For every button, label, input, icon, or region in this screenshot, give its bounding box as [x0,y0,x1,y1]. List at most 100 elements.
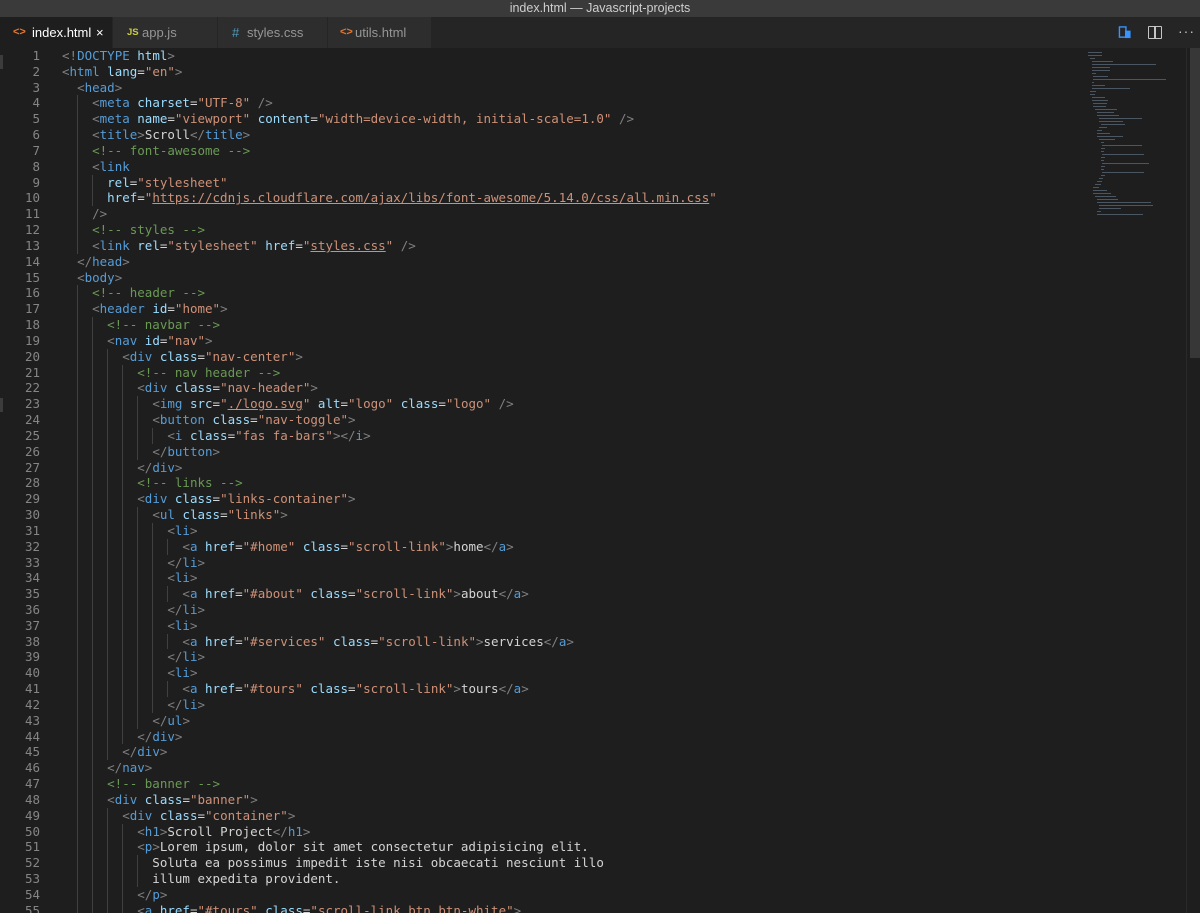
code-line[interactable]: 18 <!-- navbar --> [0,317,1085,333]
code-line[interactable]: 37 <li> [0,617,1085,634]
code-line[interactable]: 3 <head> [0,80,1085,96]
code-line[interactable]: 42 </li> [0,696,1085,713]
code-token: /> [400,237,416,253]
code-line[interactable]: 4 <meta charset="UTF-8" /> [0,95,1085,112]
code-line[interactable]: 31 <li> [0,522,1085,539]
open-changes-icon[interactable] [1118,26,1132,39]
code-line[interactable]: 12 <!-- styles --> [0,222,1085,238]
code-line[interactable]: 5 <meta name="viewport" content="width=d… [0,111,1085,128]
code-line[interactable]: 16 <!-- header --> [0,285,1085,302]
code-line[interactable]: 9 rel="stylesheet" [0,174,1085,191]
code-line[interactable]: 43 </ul> [0,712,1085,729]
tab-app-js[interactable]: JS app.js [113,17,218,48]
code-line[interactable]: 49 <div class="container"> [0,807,1085,824]
minimap[interactable] [1088,48,1186,278]
code-token: = [212,380,221,396]
code-token: <!-- font-awesome --> [92,142,251,158]
vertical-scrollbar[interactable] [1186,48,1200,913]
minimap-line [1100,148,1106,150]
code-line[interactable]: 10 href= "https://cdnjs.cloudflare.com/aj… [0,190,1085,207]
code-token: < [62,63,70,79]
code-token: </ [152,443,168,459]
scrollbar-thumb[interactable] [1190,48,1200,358]
code-line[interactable]: 54 </p> [0,886,1085,903]
code-line[interactable]: 17 <header id="home"> [0,301,1085,318]
code-token: <!-- header --> [92,285,205,301]
code-token: = [235,633,243,649]
code-line[interactable]: 14 </head> [0,254,1085,270]
code-line[interactable]: 52 Soluta ea possimus impedit iste nisi … [0,855,1085,872]
code-line[interactable]: 35 <a href="#about" class="scroll-link">… [0,586,1085,602]
code-token: < [92,301,100,317]
code-line[interactable]: 29 <div class="links-container"> [0,491,1085,508]
code-text: <div class="nav-header"> [62,380,318,396]
code-line[interactable]: 26 </button> [0,443,1085,460]
code-line[interactable]: 47 <!-- banner --> [0,776,1085,792]
code-line[interactable]: 46 </nav> [0,760,1085,777]
code-line[interactable]: 13 <link rel="stylesheet" href="styles.c… [0,237,1085,254]
code-line[interactable]: 32 <a href="#home" class="scroll-link">h… [0,538,1085,555]
more-actions-icon[interactable]: ··· [1178,24,1194,39]
code-line[interactable]: 41 <a href="#tours" class="scroll-link">… [0,681,1085,697]
code-line[interactable]: 36 </li> [0,601,1085,618]
code-token: = [348,586,356,602]
code-line[interactable]: 20 <div class="nav-center"> [0,348,1085,365]
code-line[interactable]: 7 <!-- font-awesome --> [0,142,1085,159]
line-number: 10 [24,190,40,206]
code-token: a [498,538,507,554]
code-line[interactable]: 30 <ul class="links"> [0,507,1085,523]
code-line[interactable]: 55 <a href="#tours" class="scroll-link b… [0,902,1085,913]
code-line[interactable]: 48 <div class="banner"> [0,791,1085,808]
code-line[interactable]: 8 <link [0,158,1085,175]
code-token: class [302,538,341,554]
code-line[interactable]: 39 </li> [0,649,1085,666]
tab-index-html[interactable]: <> index.html × [0,17,113,48]
code-token: < [182,681,190,697]
line-number: 9 [32,174,40,190]
window-title: index.html — Javascript-projects [0,0,1200,17]
code-line[interactable]: 23 <img src="./logo.svg" alt="logo" clas… [0,396,1085,413]
code-line[interactable]: 24 <button class="nav-toggle"> [0,412,1085,428]
line-number: 18 [24,317,40,333]
code-editor[interactable]: 1 <!DOCTYPE html> 2 <html lang="en"> 3 <head… [0,48,1200,913]
code-token: illum expedita provident. [62,871,341,887]
code-line[interactable]: 53 illum expedita provident. [0,871,1085,887]
code-line[interactable]: 2 <html lang="en"> [0,64,1085,80]
code-line[interactable]: 1 <!DOCTYPE html> [0,48,1085,64]
split-editor-icon[interactable] [1148,26,1162,39]
close-icon[interactable]: × [96,17,104,48]
code-line[interactable]: 50 <h1>Scroll Project</h1> [0,823,1085,840]
tab-styles-css[interactable]: # styles.css [218,17,328,48]
code-line[interactable]: 34 <li> [0,570,1085,587]
code-line[interactable]: 51 <p>Lorem ipsum, dolor sit amet consec… [0,839,1085,856]
code-line[interactable]: 19 <nav id="nav"> [0,332,1085,349]
code-line[interactable]: 40 <li> [0,665,1085,682]
code-line[interactable]: 6 <title>Scroll</title> [0,127,1085,143]
code-line[interactable]: 45 </div> [0,744,1085,761]
code-line[interactable]: 25 <i class="fas fa-bars"></i> [0,427,1085,444]
tab-utils-html[interactable]: <> utils.html [328,17,432,48]
code-text: </p> [62,887,167,903]
code-token: < [122,807,130,823]
code-line[interactable]: 22 <div class="nav-header"> [0,380,1085,397]
code-line[interactable]: 11 /> [0,206,1085,223]
code-line[interactable]: 38 <a href="#services" class="scroll-lin… [0,633,1085,650]
line-number: 21 [24,364,40,380]
code-line[interactable]: 21 <!-- nav header --> [0,364,1085,381]
code-token: > [137,127,145,143]
code-token: Lorem ipsum, dolor sit amet consectetur … [159,839,589,855]
code-line[interactable]: 33 </li> [0,554,1085,571]
line-number: 54 [24,886,40,902]
code-line[interactable]: 28 <!-- links --> [0,475,1085,492]
code-lines[interactable]: 1 <!DOCTYPE html> 2 <html lang="en"> 3 <head… [0,48,1085,913]
code-line[interactable]: 15 <body> [0,270,1085,286]
code-line[interactable]: 44 </div> [0,728,1085,745]
code-token: p [152,886,160,902]
code-line[interactable]: 27 </div> [0,459,1085,476]
